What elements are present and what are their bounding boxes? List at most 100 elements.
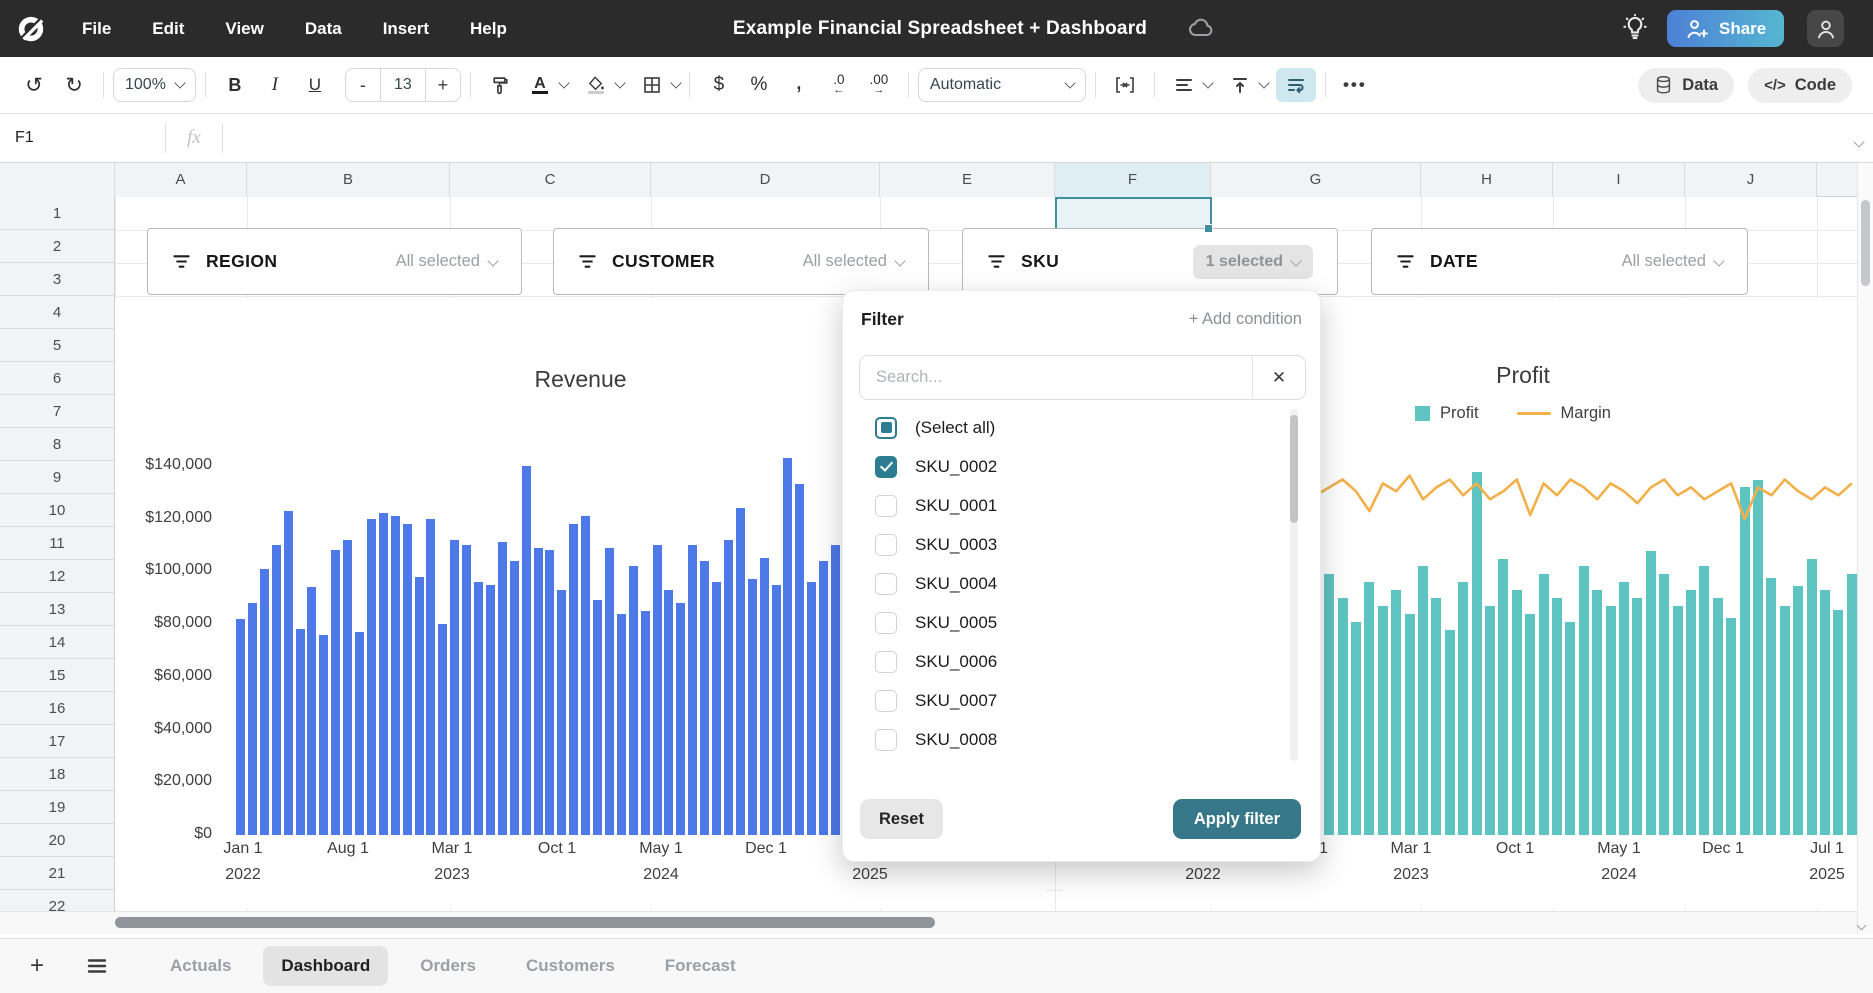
user-avatar[interactable]	[1807, 10, 1844, 47]
format-painter-button[interactable]	[480, 68, 520, 102]
close-icon[interactable]: ✕	[1253, 368, 1305, 388]
data-panel-button[interactable]: Data	[1638, 68, 1734, 103]
row-header-10[interactable]: 10	[0, 494, 115, 527]
chevron-down-icon[interactable]	[670, 77, 681, 88]
menu-item-edit[interactable]: Edit	[152, 19, 184, 39]
filter-option-sku_0002[interactable]: SKU_0002	[859, 447, 1279, 486]
number-format-select[interactable]: Automatic	[918, 68, 1086, 102]
vertical-scrollbar-thumb[interactable]	[1861, 200, 1870, 286]
row-header-20[interactable]: 20	[0, 824, 115, 857]
font-size-decrease-button[interactable]: -	[346, 69, 380, 101]
chevron-down-icon[interactable]	[558, 77, 569, 88]
increase-decimals-button[interactable]: .00→	[859, 68, 899, 102]
text-wrap-button[interactable]	[1276, 68, 1316, 102]
horizontal-scrollbar[interactable]	[0, 911, 1857, 934]
row-header-7[interactable]: 7	[0, 395, 115, 428]
currency-format-button[interactable]: $	[699, 68, 739, 102]
checkbox-checked[interactable]	[875, 456, 897, 478]
tab-forecast[interactable]: Forecast	[647, 946, 754, 986]
document-title[interactable]: Example Financial Spreadsheet + Dashboar…	[480, 18, 1400, 40]
menu-item-file[interactable]: File	[82, 19, 111, 39]
add-condition-button[interactable]: + Add condition	[1189, 310, 1302, 329]
row-header-19[interactable]: 19	[0, 791, 115, 824]
more-tools-button[interactable]: •••	[1335, 68, 1375, 102]
scroll-down-icon[interactable]	[1858, 916, 1865, 934]
selection-fill-handle[interactable]	[1204, 224, 1213, 233]
add-sheet-button[interactable]: +	[20, 952, 54, 980]
filter-option-sku_0003[interactable]: SKU_0003	[859, 525, 1279, 564]
vertical-align-button[interactable]	[1220, 68, 1260, 102]
row-header-21[interactable]: 21	[0, 857, 115, 890]
row-header-8[interactable]: 8	[0, 428, 115, 461]
row-header-18[interactable]: 18	[0, 758, 115, 791]
row-header-14[interactable]: 14	[0, 626, 115, 659]
app-logo-icon[interactable]	[16, 14, 46, 44]
row-header-1[interactable]: 1	[0, 197, 115, 230]
text-color-button[interactable]: A	[520, 68, 560, 102]
row-header-6[interactable]: 6	[0, 362, 115, 395]
cell-reference-box[interactable]: F1	[0, 129, 165, 147]
column-header-G[interactable]: G	[1211, 162, 1421, 197]
checkbox-unchecked[interactable]	[875, 729, 897, 751]
horizontal-scrollbar-thumb[interactable]	[115, 917, 935, 928]
redo-button[interactable]: ↻	[54, 68, 94, 102]
filter-option-sku_0007[interactable]: SKU_0007	[859, 681, 1279, 720]
row-header-17[interactable]: 17	[0, 725, 115, 758]
fill-color-button[interactable]	[576, 68, 616, 102]
percent-format-button[interactable]: %	[739, 68, 779, 102]
decrease-decimals-button[interactable]: .0←	[819, 68, 859, 102]
checkbox-unchecked[interactable]	[875, 495, 897, 517]
filter-chip-customer[interactable]: CUSTOMERAll selected	[553, 228, 929, 295]
menu-item-view[interactable]: View	[225, 19, 263, 39]
filter-chip-value[interactable]: All selected	[1622, 252, 1723, 271]
tab-orders[interactable]: Orders	[402, 946, 494, 986]
column-header-F[interactable]: F	[1055, 162, 1211, 197]
chevron-down-icon[interactable]	[614, 77, 625, 88]
checkbox-unchecked[interactable]	[875, 690, 897, 712]
checkbox-unchecked[interactable]	[875, 612, 897, 634]
checkbox-unchecked[interactable]	[875, 651, 897, 673]
filter-chip-sku[interactable]: SKU1 selected	[962, 228, 1338, 295]
checkbox-unchecked[interactable]	[875, 573, 897, 595]
filter-chip-value[interactable]: All selected	[396, 252, 497, 271]
borders-button[interactable]	[632, 68, 672, 102]
menu-item-insert[interactable]: Insert	[383, 19, 429, 39]
apply-filter-button[interactable]: Apply filter	[1173, 799, 1301, 839]
column-header-B[interactable]: B	[247, 162, 450, 197]
row-header-2[interactable]: 2	[0, 230, 115, 263]
row-header-3[interactable]: 3	[0, 263, 115, 296]
chevron-down-icon[interactable]	[1258, 77, 1269, 88]
row-header-15[interactable]: 15	[0, 659, 115, 692]
horizontal-align-button[interactable]	[1164, 68, 1204, 102]
checkbox-unchecked[interactable]	[875, 534, 897, 556]
help-lightbulb-icon[interactable]	[1620, 13, 1650, 43]
filter-option-selectall[interactable]: (Select all)	[859, 408, 1279, 447]
filter-chip-region[interactable]: REGIONAll selected	[147, 228, 522, 295]
vertical-scrollbar[interactable]	[1857, 162, 1873, 934]
underline-button[interactable]: U	[295, 68, 335, 102]
filter-option-sku_0001[interactable]: SKU_0001	[859, 486, 1279, 525]
formula-bar-expand-button[interactable]	[1855, 133, 1863, 151]
tab-actuals[interactable]: Actuals	[152, 946, 249, 986]
column-header-I[interactable]: I	[1553, 162, 1685, 197]
filter-chip-value[interactable]: All selected	[803, 252, 904, 271]
font-size-value[interactable]: 13	[380, 69, 426, 101]
filter-search-input[interactable]	[874, 367, 1252, 388]
selected-cell-F1[interactable]	[1055, 197, 1212, 231]
comma-format-button[interactable]: ,	[779, 63, 819, 107]
menu-item-data[interactable]: Data	[305, 19, 342, 39]
reset-button[interactable]: Reset	[860, 799, 943, 839]
row-header-9[interactable]: 9	[0, 461, 115, 494]
code-panel-button[interactable]: </> Code	[1748, 68, 1852, 103]
column-header-A[interactable]: A	[115, 162, 247, 197]
font-size-increase-button[interactable]: +	[426, 69, 460, 101]
filter-option-sku_0006[interactable]: SKU_0006	[859, 642, 1279, 681]
row-header-11[interactable]: 11	[0, 527, 115, 560]
sheet-list-menu-button[interactable]	[86, 957, 108, 975]
column-header-D[interactable]: D	[651, 162, 880, 197]
share-button[interactable]: Share	[1667, 10, 1784, 47]
column-header-J[interactable]: J	[1685, 162, 1817, 197]
zoom-select[interactable]: 100%	[113, 68, 196, 102]
row-header-5[interactable]: 5	[0, 329, 115, 362]
row-header-4[interactable]: 4	[0, 296, 115, 329]
